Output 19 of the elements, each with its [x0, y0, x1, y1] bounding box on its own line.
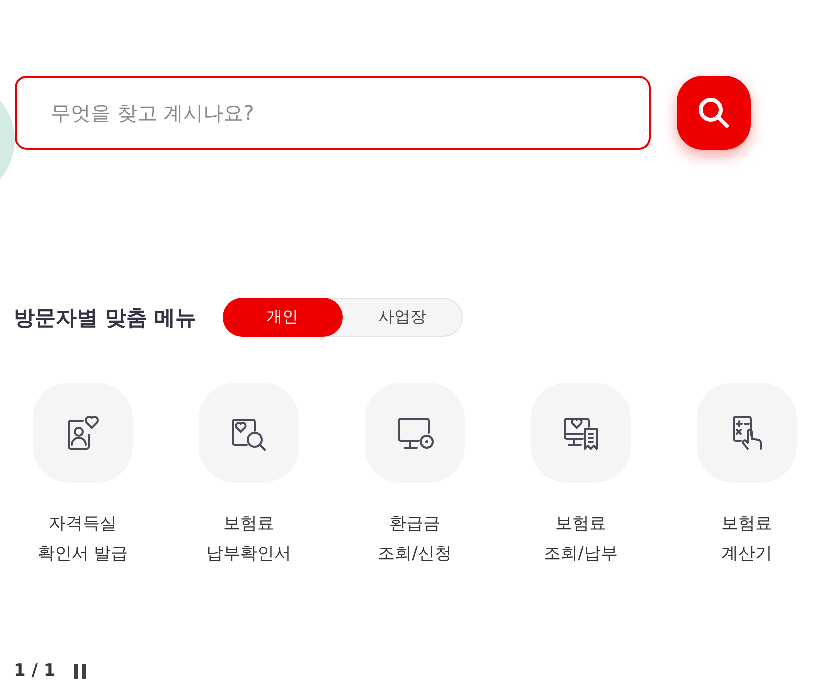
menu-label[interactable]: 자격득실 확인서 발급	[38, 509, 128, 569]
search-button[interactable]	[677, 76, 751, 150]
section-title: 방문자별 맞춤 메뉴	[14, 304, 197, 332]
pause-icon	[74, 664, 86, 678]
menu-tile[interactable]	[697, 383, 797, 483]
menu-label[interactable]: 환급금 조회/신청	[378, 509, 452, 569]
menu-tile[interactable]	[199, 383, 299, 483]
tab[interactable]: 사업장	[342, 298, 463, 337]
menu-tile[interactable]	[531, 383, 631, 483]
menu-tile[interactable]	[365, 383, 465, 483]
search-field[interactable]: 무엇을 찾고 계시나요?	[15, 76, 651, 150]
menu-label[interactable]: 보험료 조회/납부	[544, 509, 618, 569]
menu-label[interactable]: 보험료 납부확인서	[206, 509, 292, 569]
search-icon	[697, 96, 731, 130]
pause-button[interactable]	[74, 664, 86, 678]
menu-tile[interactable]	[33, 383, 133, 483]
page-indicator: 1 / 1	[14, 661, 56, 681]
tab[interactable]: 개인	[222, 298, 343, 337]
menu-label[interactable]: 보험료 계산기	[722, 509, 772, 569]
